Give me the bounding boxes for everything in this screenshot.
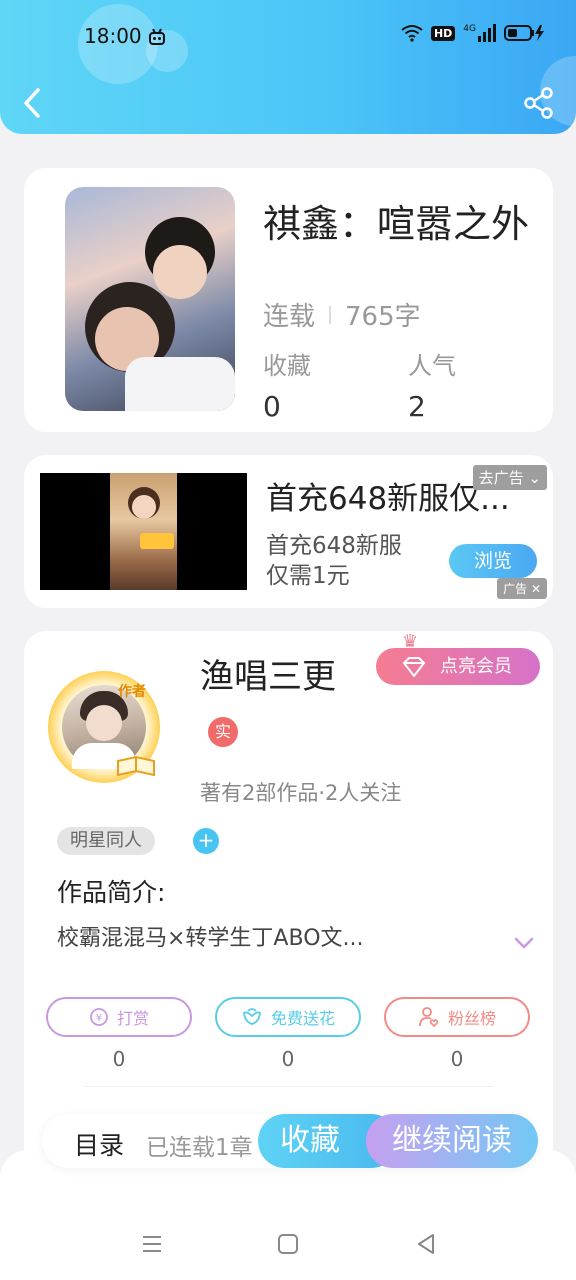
share-icon[interactable] — [522, 86, 556, 120]
ad-video-thumbnail[interactable] — [40, 473, 247, 590]
status-icons: HD 4G — [401, 24, 546, 42]
fan-count: 0 — [450, 1047, 464, 1071]
vip-label: 点亮会员 — [440, 656, 512, 677]
fan-ranking-button[interactable]: 粉丝榜 — [384, 997, 530, 1037]
word-count: 765字 — [345, 302, 421, 332]
book-title: 祺鑫：喧嚣之外 — [263, 202, 530, 246]
flower-icon — [243, 1008, 261, 1025]
fan-ranking-label: 粉丝榜 — [447, 1009, 496, 1028]
notification-icon — [149, 28, 165, 45]
send-flower-button[interactable]: 免费送花 — [215, 997, 361, 1037]
bottom-action-bar: 目录 已连载1章 收藏 继续阅读 — [42, 1114, 538, 1168]
divider — [329, 305, 332, 324]
home-icon[interactable] — [276, 1232, 300, 1256]
remove-ad-label: 去广告 — [478, 469, 524, 487]
ad-description: 首充648新服仅需1元 — [266, 533, 402, 589]
signal-icon: 4G — [463, 24, 496, 42]
book-info-card: 祺鑫：喧嚣之外 连载 765字 收藏 0 人气 2 — [24, 168, 553, 432]
chevron-down-icon[interactable] — [512, 931, 536, 955]
send-flower-label: 免费送花 — [270, 1009, 335, 1028]
continue-reading-button[interactable]: 继续阅读 — [366, 1114, 538, 1168]
ad-mark[interactable]: 广告 ✕ — [497, 578, 547, 599]
genre-tag[interactable]: 明星同人 — [57, 827, 155, 855]
user-heart-icon — [419, 1007, 439, 1028]
chevron-down-icon: ⌄ — [528, 469, 541, 487]
tip-count: 0 — [112, 1047, 126, 1071]
ad-card[interactable]: 首充648新服仅... 首充648新服仅需1元 去广告 ⌄ 浏览 广告 ✕ — [24, 455, 553, 608]
add-tag-button[interactable]: + — [193, 828, 219, 854]
ad-poster-image — [110, 473, 177, 590]
book-cover-image[interactable] — [65, 187, 235, 411]
app-header: 18:00 HD 4G — [0, 0, 576, 134]
network-type: 4G — [463, 24, 476, 34]
intro-text: 校霸混混马×转学生丁ABO文... — [57, 926, 364, 951]
flower-count: 0 — [281, 1047, 295, 1071]
popularity-count: 2 — [408, 390, 426, 423]
svg-text:¥: ¥ — [96, 1013, 102, 1024]
book-status-row: 连载 765字 — [263, 296, 421, 333]
diamond-icon — [402, 657, 426, 677]
system-nav-bar — [0, 1150, 576, 1280]
tip-label: 打赏 — [116, 1009, 149, 1028]
activate-vip-button[interactable]: 点亮会员 — [376, 648, 540, 685]
ad-label: 广告 — [503, 582, 528, 596]
favorites-label: 收藏 — [263, 352, 311, 380]
author-card: 作者 渔唱三更 ♛ 点亮会员 实 著有2部作品·2人关注 明星同人 + 作品简介… — [24, 631, 553, 1171]
wifi-icon — [401, 25, 423, 42]
intro-heading: 作品简介: — [57, 878, 166, 907]
coin-icon: ¥ — [90, 1008, 108, 1026]
table-of-contents-button[interactable]: 目录 — [74, 1126, 124, 1162]
back-arrow-icon[interactable] — [18, 86, 48, 120]
author-name[interactable]: 渔唱三更 — [200, 649, 336, 698]
ad-browse-button[interactable]: 浏览 — [449, 544, 537, 578]
author-works-summary: 著有2部作品·2人关注 — [200, 781, 402, 805]
popularity-label: 人气 — [408, 352, 456, 380]
book-icon — [117, 755, 155, 777]
favorites-count: 0 — [263, 390, 281, 423]
verified-badge: 实 — [208, 717, 238, 747]
chapter-status: 已连载1章 — [146, 1135, 253, 1161]
author-badge: 作者 — [118, 684, 146, 700]
battery-icon — [504, 25, 544, 41]
back-triangle-icon[interactable] — [414, 1232, 438, 1256]
tip-button[interactable]: ¥ 打赏 — [46, 997, 192, 1037]
close-icon: ✕ — [530, 582, 541, 596]
menu-icon[interactable] — [140, 1232, 164, 1256]
hd-badge: HD — [430, 25, 456, 41]
serial-status: 连载 — [263, 302, 316, 332]
status-time: 18:00 — [84, 24, 142, 48]
divider — [84, 1086, 494, 1087]
remove-ad-button[interactable]: 去广告 ⌄ — [472, 465, 547, 490]
